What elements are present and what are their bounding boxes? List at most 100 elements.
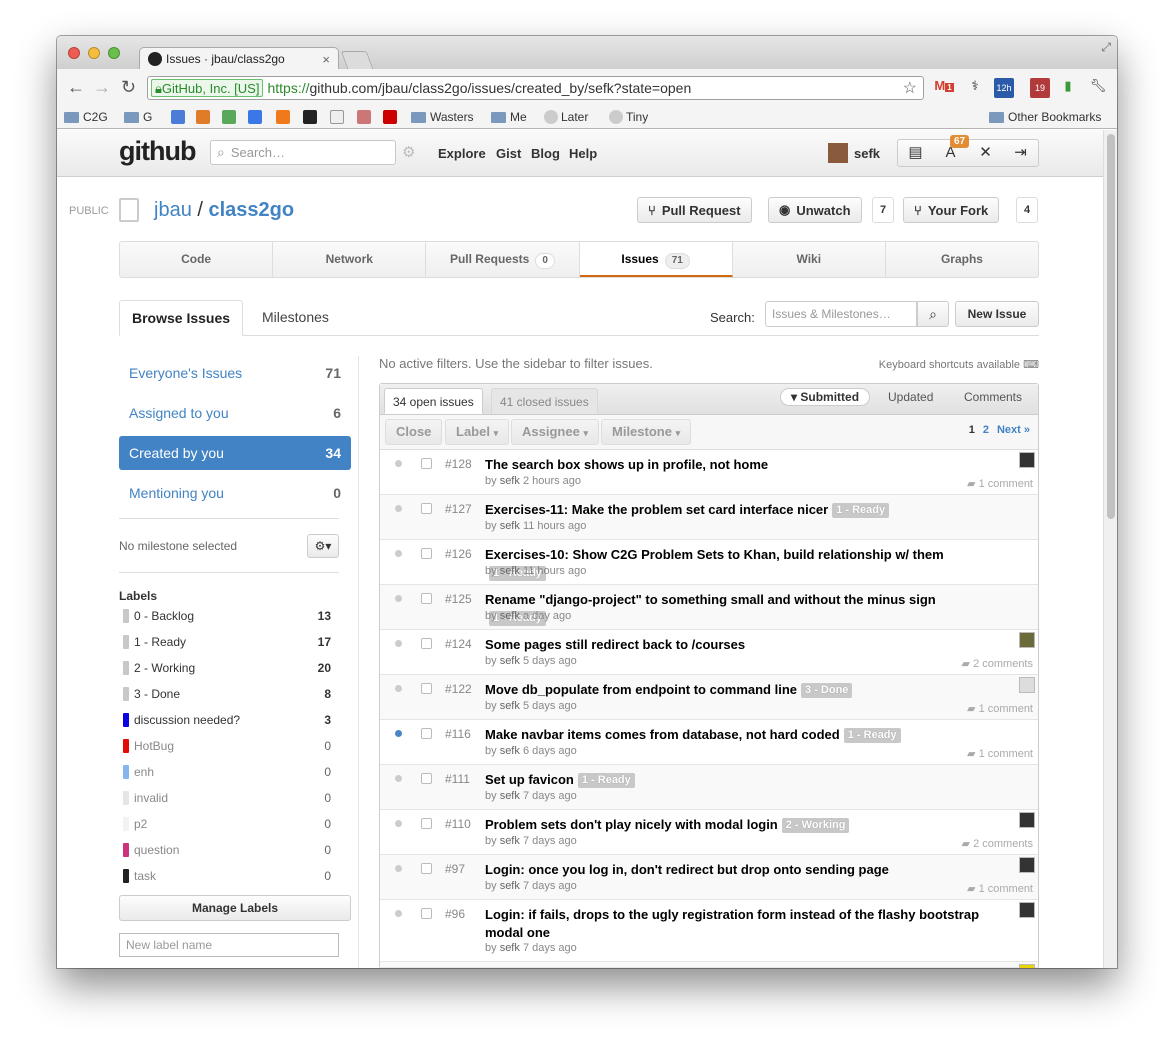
your-fork-button[interactable]: ⑂ Your Fork (903, 197, 1000, 223)
address-bar[interactable]: 🔒︎GitHub, Inc. [US] https://github.com/j… (147, 76, 924, 100)
issue-title-link[interactable]: Exercises-10: Show C2G Problem Sets to K… (485, 547, 944, 562)
label-filter-item[interactable]: 3 - Done 8 (119, 681, 331, 707)
issue-author-link[interactable]: sefk (500, 700, 520, 712)
assignee-avatar[interactable] (1019, 812, 1035, 828)
zoom-window-button[interactable] (108, 47, 120, 59)
issue-title-link[interactable]: The search box shows up in profile, not … (485, 457, 768, 472)
pull-request-button[interactable]: ⑂ Pull Request (637, 197, 752, 223)
label-filter-item[interactable]: question 0 (119, 837, 331, 863)
manage-labels-button[interactable]: Manage Labels (119, 895, 351, 921)
evernote-extension-icon[interactable]: ▮ (1058, 78, 1078, 98)
tab-pull-requests[interactable]: Pull Requests 0 (426, 242, 580, 277)
label-filter-item[interactable]: enh 0 (119, 759, 331, 785)
bookmark-folder-g[interactable]: G (124, 110, 152, 124)
nav-help[interactable]: Help (569, 146, 597, 161)
issue-title-link[interactable]: Some pages still redirect back to /cours… (485, 637, 745, 652)
label-filter-item[interactable]: task 0 (119, 863, 331, 889)
new-label-input[interactable]: New label name (119, 933, 339, 957)
issue-checkbox[interactable] (421, 638, 432, 649)
sign-out-icon[interactable]: ⇥ (1003, 140, 1038, 166)
issue-row[interactable]: #116 Make navbar items comes from databas… (380, 720, 1038, 765)
issue-comments-link[interactable]: ▰ 1 comment (967, 747, 1033, 760)
reload-icon[interactable]: ↻ (121, 77, 136, 98)
issue-checkbox[interactable] (421, 593, 432, 604)
issue-checkbox[interactable] (421, 458, 432, 469)
bookmark-cnn[interactable] (383, 110, 400, 124)
assignee-avatar[interactable] (1019, 964, 1035, 968)
ssl-identity-badge[interactable]: 🔒︎GitHub, Inc. [US] (151, 79, 264, 97)
issue-label-badge[interactable]: 3 - Done (801, 683, 853, 698)
bookmark-folder-wasters[interactable]: Wasters (411, 110, 474, 124)
issue-checkbox[interactable] (421, 548, 432, 559)
sort-updated[interactable]: Updated (888, 390, 933, 404)
bookmark-tasks[interactable] (222, 110, 239, 124)
bookmark-nytimes[interactable] (303, 110, 320, 124)
repo-owner-link[interactable]: jbau (154, 199, 192, 221)
issue-checkbox[interactable] (421, 908, 432, 919)
repo-name-link[interactable]: class2go (208, 199, 294, 221)
nav-gist[interactable]: Gist (496, 146, 521, 161)
label-filter-item[interactable]: 2 - Working 20 (119, 655, 331, 681)
filter-assigned-to-you[interactable]: Assigned to you 6 (119, 396, 351, 430)
bookmark-docs[interactable] (171, 110, 188, 124)
page-2-link[interactable]: 2 (983, 424, 989, 436)
issues-search-input[interactable]: Issues & Milestones… (765, 301, 917, 327)
bookmark-reader[interactable] (196, 110, 213, 124)
sort-comments[interactable]: Comments (964, 390, 1022, 404)
label-filter-item[interactable]: invalid 0 (119, 785, 331, 811)
tab-issues[interactable]: Issues 71 (579, 242, 733, 277)
issue-checkbox[interactable] (421, 503, 432, 514)
bookmark-google[interactable] (248, 110, 265, 124)
issue-label-badge[interactable]: 2 - Working (781, 818, 850, 833)
issue-title-link[interactable]: Set up favicon (485, 772, 574, 787)
issue-title-link[interactable]: Exercises-11: Make the problem set card … (485, 502, 828, 517)
account-settings-icon[interactable]: ✕ (968, 140, 1003, 166)
issue-comments-link[interactable]: ▰ 1 comment (967, 882, 1033, 895)
tab-browse-issues[interactable]: Browse Issues (119, 300, 244, 336)
other-bookmarks-folder[interactable]: Other Bookmarks (989, 110, 1101, 124)
issue-row[interactable]: #128 The search box shows up in profile, … (380, 450, 1038, 495)
rocket-extension-icon[interactable]: ⚕ (965, 78, 985, 98)
issue-author-link[interactable]: sefk (500, 565, 520, 577)
tab-closed-issues[interactable]: 41 closed issues (491, 388, 598, 414)
issue-comments-link[interactable]: ▰ 1 comment (967, 477, 1033, 490)
issue-comments-link[interactable]: ▰ 2 comments (962, 837, 1033, 850)
filter-created-by-you[interactable]: Created by you 34 (119, 436, 351, 470)
issue-author-link[interactable]: sefk (500, 880, 520, 892)
advanced-search-gear-icon[interactable]: ⚙ (402, 143, 415, 161)
issue-row[interactable]: #126 Exercises-10: Show C2G Problem Sets … (380, 540, 1038, 585)
keyboard-shortcuts-link[interactable]: Keyboard shortcuts available ⌨ (879, 358, 1039, 371)
issue-row[interactable]: #127 Exercises-11: Make the problem set c… (380, 495, 1038, 540)
issue-checkbox[interactable] (421, 683, 432, 694)
wrench-menu-icon[interactable]: 🔧︎ (1088, 78, 1108, 98)
bookmark-flickr[interactable] (357, 110, 374, 124)
sort-submitted[interactable]: ▾ Submitted (780, 388, 871, 406)
minimize-window-button[interactable] (88, 47, 100, 59)
scrollbar-thumb[interactable] (1107, 134, 1115, 519)
issue-label-badge[interactable]: 1 - Ready (832, 503, 890, 518)
issue-author-link[interactable]: sefk (500, 610, 520, 622)
issue-row[interactable]: #96 Login: if fails, drops to the ugly re… (380, 900, 1038, 962)
todo-extension-icon[interactable]: 19 (1030, 78, 1050, 98)
close-issues-button[interactable]: Close (385, 419, 443, 445)
issue-author-link[interactable]: sefk (500, 835, 520, 847)
issue-author-link[interactable]: sefk (500, 520, 520, 532)
tab-graphs[interactable]: Graphs (886, 242, 1038, 277)
nav-blog[interactable]: Blog (531, 146, 560, 161)
page-scrollbar[interactable] (1103, 130, 1117, 968)
tab-open-issues[interactable]: 34 open issues (384, 388, 483, 414)
assignee-avatar[interactable] (1019, 452, 1035, 468)
bookmark-folder-me[interactable]: Me (491, 110, 527, 124)
github-logo[interactable]: github (119, 136, 196, 167)
issue-author-link[interactable]: sefk (500, 475, 520, 487)
nav-explore[interactable]: Explore (438, 146, 486, 161)
github-search-input[interactable]: ⌕ Search… (210, 140, 396, 165)
dashboard-icon[interactable]: ▤ (898, 140, 933, 166)
browser-tab[interactable]: Issues · jbau/class2go × (139, 47, 339, 70)
user-profile-link[interactable]: sefk (828, 143, 880, 163)
unwatch-button[interactable]: ◉ Unwatch (768, 197, 862, 223)
issue-checkbox[interactable] (421, 818, 432, 829)
fullscreen-icon[interactable]: ⤢ (1101, 40, 1111, 55)
label-filter-item[interactable]: discussion needed? 3 (119, 707, 331, 733)
forward-arrow-icon[interactable]: → (93, 77, 111, 98)
